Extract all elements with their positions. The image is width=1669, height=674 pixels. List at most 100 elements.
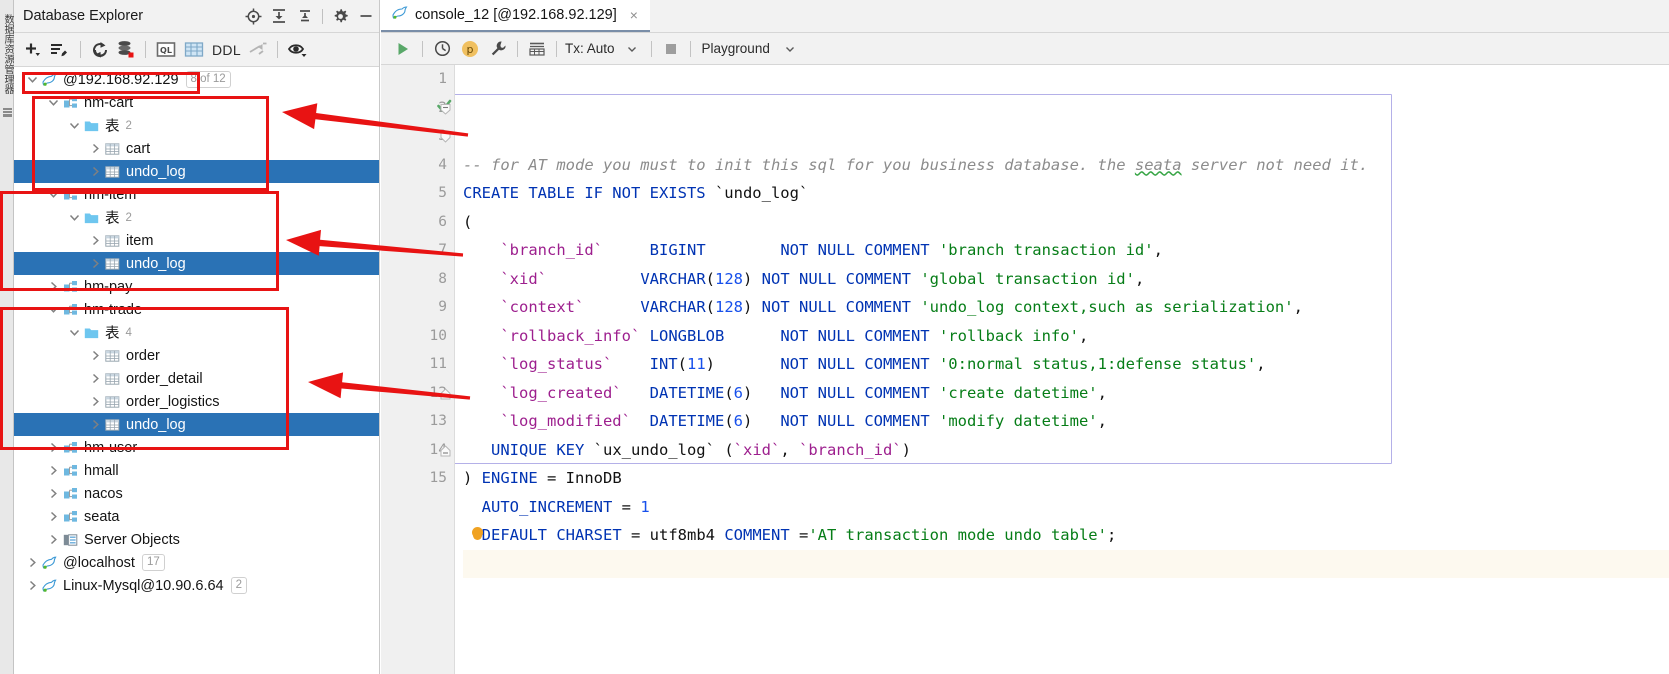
code-line-4[interactable]: `branch_id` BIGINT NOT NULL COMMENT 'bra… — [463, 236, 1669, 265]
code-line-14[interactable]: DEFAULT CHARSET = utf8mb4 COMMENT ='AT t… — [463, 521, 1669, 550]
code-line-3[interactable]: ( — [463, 208, 1669, 237]
tree-item-hm-user[interactable]: hm-user — [14, 436, 379, 459]
chevron-down-icon[interactable] — [618, 35, 646, 63]
tree-item-item[interactable]: item — [14, 229, 379, 252]
chevron-down-icon[interactable] — [66, 114, 82, 137]
fold-marker-14[interactable] — [440, 444, 451, 457]
execute-run-icon[interactable] — [389, 35, 417, 63]
code-line-5[interactable]: `xid` VARCHAR(128) NOT NULL COMMENT 'glo… — [463, 265, 1669, 294]
gutter-line-1[interactable]: 1 — [381, 65, 454, 94]
tree-item-trade-undo[interactable]: undo_log — [14, 413, 379, 436]
preview-eye-icon[interactable] — [284, 35, 312, 65]
gutter-line-6[interactable]: 6 — [381, 208, 454, 237]
code-line-11[interactable]: UNIQUE KEY `ux_undo_log` (`xid`, `branch… — [463, 436, 1669, 465]
chevron-right-icon[interactable] — [24, 574, 40, 597]
tree-item-item-tables[interactable]: 表2 — [14, 206, 379, 229]
data-editor-icon[interactable] — [180, 35, 208, 65]
tab-console-12[interactable]: console_12 [@192.168.92.129] × — [381, 0, 650, 32]
settings-gear-icon[interactable] — [327, 0, 353, 33]
intention-bulb-icon[interactable] — [472, 527, 483, 538]
minimize-icon[interactable] — [353, 0, 379, 33]
code-line-15[interactable] — [463, 549, 1669, 578]
tree-item-cart[interactable]: cart — [14, 137, 379, 160]
gutter-line-7[interactable]: 7 — [381, 236, 454, 265]
line-number-gutter[interactable]: 123456789101112131415 — [381, 65, 455, 674]
tree-item-order[interactable]: order — [14, 344, 379, 367]
data-source-properties-icon[interactable] — [46, 35, 74, 65]
chevron-down-icon[interactable] — [45, 298, 61, 321]
gutter-line-10[interactable]: 10 — [381, 322, 454, 351]
chevron-right-icon[interactable] — [45, 459, 61, 482]
locate-icon[interactable] — [240, 0, 266, 33]
chevron-right-icon[interactable] — [87, 160, 103, 183]
chevron-right-icon[interactable] — [24, 551, 40, 574]
chevron-down-icon[interactable] — [24, 68, 40, 91]
expand-all-icon[interactable] — [266, 0, 292, 33]
chevron-right-icon[interactable] — [45, 275, 61, 298]
query-console-icon[interactable]: QL — [152, 35, 180, 65]
tree-item-nacos[interactable]: nacos — [14, 482, 379, 505]
chevron-down-icon[interactable] — [45, 183, 61, 206]
chevron-down-icon[interactable] — [66, 206, 82, 229]
tree-item-server-objects[interactable]: Server Objects — [14, 528, 379, 551]
tx-mode-selector[interactable]: Tx: Auto — [562, 41, 618, 56]
code-line-8[interactable]: `log_status` INT(11) NOT NULL COMMENT '0… — [463, 350, 1669, 379]
gutter-line-11[interactable]: 11 — [381, 350, 454, 379]
gutter-line-2[interactable]: 2 — [381, 94, 454, 123]
jump-to-editor-icon[interactable] — [245, 35, 271, 65]
sql-code-content[interactable]: -- for AT mode you must to init this sql… — [455, 65, 1669, 674]
output-format-icon[interactable] — [523, 35, 551, 63]
add-new-icon[interactable] — [20, 35, 46, 65]
gutter-line-15[interactable]: 15 — [381, 464, 454, 493]
tree-item-hm-cart[interactable]: hm-cart — [14, 91, 379, 114]
postgres-p-icon[interactable]: p — [456, 35, 484, 63]
chevron-right-icon[interactable] — [87, 252, 103, 275]
chevron-down-icon[interactable] — [776, 35, 804, 63]
chevron-right-icon[interactable] — [87, 367, 103, 390]
code-line-10[interactable]: `log_modified` DATETIME(6) NOT NULL COMM… — [463, 407, 1669, 436]
code-line-9[interactable]: `log_created` DATETIME(6) NOT NULL COMME… — [463, 379, 1669, 408]
chevron-down-icon[interactable] — [66, 321, 82, 344]
chevron-right-icon[interactable] — [45, 482, 61, 505]
database-tree[interactable]: @192.168.92.129 8 of 12 hm-cart 表 2 cart undo_… — [14, 68, 379, 674]
gutter-line-13[interactable]: 13 — [381, 407, 454, 436]
gutter-line-3[interactable]: 3 — [381, 122, 454, 151]
gutter-line-14[interactable]: 14 — [381, 436, 454, 465]
tree-item-order_detail[interactable]: order_detail — [14, 367, 379, 390]
tree-item-root[interactable]: @192.168.92.129 8 of 12 — [14, 68, 379, 91]
code-line-2[interactable]: CREATE TABLE IF NOT EXISTS `undo_log` — [463, 179, 1669, 208]
ddl-button[interactable]: DDL — [208, 35, 245, 65]
tree-item-order_logistics[interactable]: order_logistics — [14, 390, 379, 413]
code-line-12[interactable]: ) ENGINE = InnoDB — [463, 464, 1669, 493]
chevron-right-icon[interactable] — [87, 344, 103, 367]
stop-icon[interactable] — [657, 35, 685, 63]
tree-item-seata[interactable]: seata — [14, 505, 379, 528]
chevron-right-icon[interactable] — [45, 436, 61, 459]
chevron-right-icon[interactable] — [45, 528, 61, 551]
close-icon[interactable]: × — [627, 7, 641, 23]
code-line-7[interactable]: `rollback_info` LONGBLOB NOT NULL COMMEN… — [463, 322, 1669, 351]
sync-database-icon[interactable] — [113, 35, 139, 65]
tree-item-hm-trade[interactable]: hm-trade — [14, 298, 379, 321]
gutter-line-9[interactable]: 9 — [381, 293, 454, 322]
code-line-13[interactable]: AUTO_INCREMENT = 1 — [463, 493, 1669, 522]
tree-item-localhost[interactable]: @localhost 17 — [14, 551, 379, 574]
chevron-down-icon[interactable] — [45, 91, 61, 114]
fold-marker-12[interactable] — [440, 387, 451, 400]
tree-item-cart-undo[interactable]: undo_log — [14, 160, 379, 183]
gutter-line-8[interactable]: 8 — [381, 265, 454, 294]
schema-selector[interactable]: Playground — [696, 41, 776, 56]
wrench-settings-icon[interactable] — [484, 35, 512, 63]
tree-item-cart-tables[interactable]: 表2 — [14, 114, 379, 137]
tree-item-hmall[interactable]: hmall — [14, 459, 379, 482]
gutter-line-5[interactable]: 5 — [381, 179, 454, 208]
chevron-right-icon[interactable] — [87, 390, 103, 413]
fold-marker-2[interactable] — [440, 102, 451, 115]
code-line-6[interactable]: `context` VARCHAR(128) NOT NULL COMMENT … — [463, 293, 1669, 322]
tree-item-hm-item[interactable]: hm-item — [14, 183, 379, 206]
code-line-1[interactable]: -- for AT mode you must to init this sql… — [463, 151, 1669, 180]
refresh-icon[interactable] — [87, 35, 113, 65]
gutter-line-4[interactable]: 4 — [381, 151, 454, 180]
chevron-right-icon[interactable] — [45, 505, 61, 528]
chevron-right-icon[interactable] — [87, 137, 103, 160]
